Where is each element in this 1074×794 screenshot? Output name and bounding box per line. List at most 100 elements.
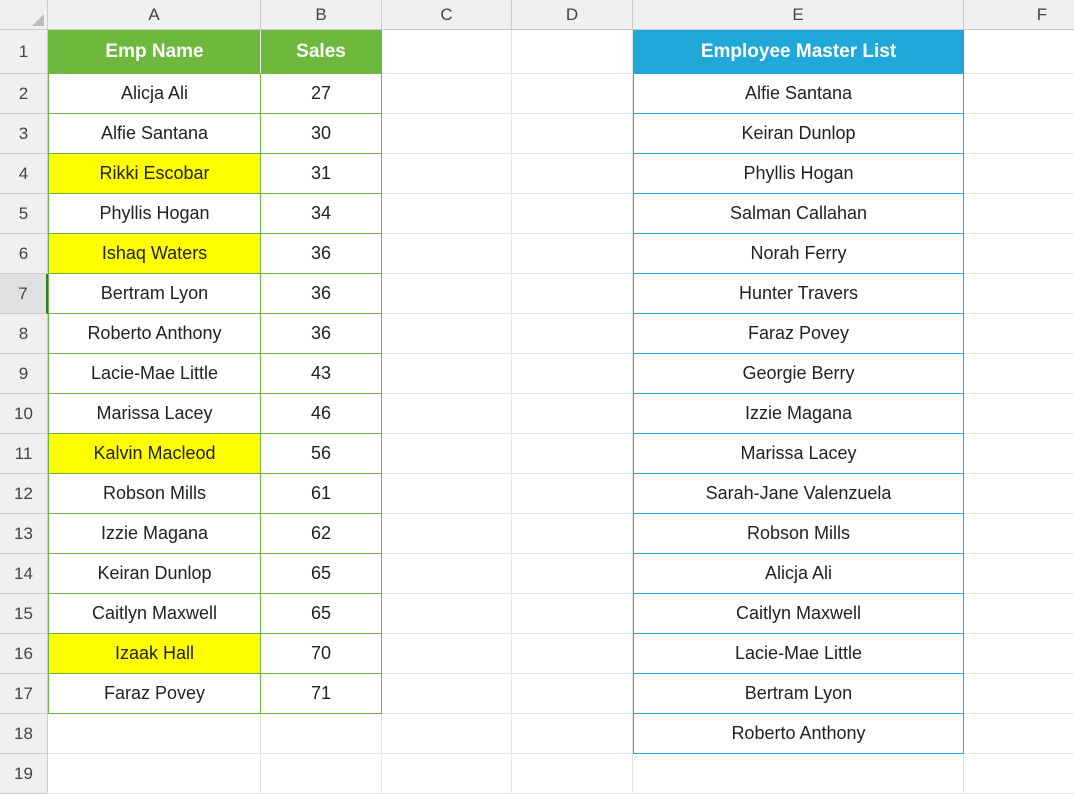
cell-E16[interactable]: Lacie-Mae Little — [633, 634, 964, 674]
row-header-9[interactable]: 9 — [0, 354, 48, 394]
cell-C13[interactable] — [382, 514, 512, 554]
cell-A12[interactable]: Robson Mills — [48, 474, 261, 514]
cell-C8[interactable] — [382, 314, 512, 354]
cell-E8[interactable]: Faraz Povey — [633, 314, 964, 354]
cell-F8[interactable] — [964, 314, 1074, 354]
cell-D9[interactable] — [512, 354, 633, 394]
row-header-11[interactable]: 11 — [0, 434, 48, 474]
cell-E9[interactable]: Georgie Berry — [633, 354, 964, 394]
cell-D14[interactable] — [512, 554, 633, 594]
cell-C15[interactable] — [382, 594, 512, 634]
cell-E12[interactable]: Sarah-Jane Valenzuela — [633, 474, 964, 514]
cell-D12[interactable] — [512, 474, 633, 514]
cell-B18[interactable] — [261, 714, 382, 754]
cell-F13[interactable] — [964, 514, 1074, 554]
cell-D15[interactable] — [512, 594, 633, 634]
cell-F10[interactable] — [964, 394, 1074, 434]
cell-C7[interactable] — [382, 274, 512, 314]
cell-A18[interactable] — [48, 714, 261, 754]
cell-F3[interactable] — [964, 114, 1074, 154]
cell-F5[interactable] — [964, 194, 1074, 234]
cell-C18[interactable] — [382, 714, 512, 754]
cell-D13[interactable] — [512, 514, 633, 554]
row-header-16[interactable]: 16 — [0, 634, 48, 674]
cell-E15[interactable]: Caitlyn Maxwell — [633, 594, 964, 634]
cell-E4[interactable]: Phyllis Hogan — [633, 154, 964, 194]
cell-C17[interactable] — [382, 674, 512, 714]
cell-B9[interactable]: 43 — [261, 354, 382, 394]
cell-A4[interactable]: Rikki Escobar — [48, 154, 261, 194]
cell-E6[interactable]: Norah Ferry — [633, 234, 964, 274]
cell-B19[interactable] — [261, 754, 382, 794]
col-header-E[interactable]: E — [633, 0, 964, 30]
cell-A3[interactable]: Alfie Santana — [48, 114, 261, 154]
cell-B6[interactable]: 36 — [261, 234, 382, 274]
cell-B13[interactable]: 62 — [261, 514, 382, 554]
cell-A6[interactable]: Ishaq Waters — [48, 234, 261, 274]
cell-D5[interactable] — [512, 194, 633, 234]
row-header-5[interactable]: 5 — [0, 194, 48, 234]
col-header-D[interactable]: D — [512, 0, 633, 30]
cell-A14[interactable]: Keiran Dunlop — [48, 554, 261, 594]
cell-F11[interactable] — [964, 434, 1074, 474]
cell-A2[interactable]: Alicja Ali — [48, 74, 261, 114]
cell-A10[interactable]: Marissa Lacey — [48, 394, 261, 434]
col-header-F[interactable]: F — [964, 0, 1074, 30]
cell-A1[interactable]: Emp Name — [48, 30, 261, 74]
cell-B17[interactable]: 71 — [261, 674, 382, 714]
cell-A16[interactable]: Izaak Hall — [48, 634, 261, 674]
cell-D3[interactable] — [512, 114, 633, 154]
cell-C6[interactable] — [382, 234, 512, 274]
row-header-1[interactable]: 1 — [0, 30, 48, 74]
cell-D7[interactable] — [512, 274, 633, 314]
cell-C10[interactable] — [382, 394, 512, 434]
cell-A13[interactable]: Izzie Magana — [48, 514, 261, 554]
cell-B12[interactable]: 61 — [261, 474, 382, 514]
cell-F14[interactable] — [964, 554, 1074, 594]
cell-E14[interactable]: Alicja Ali — [633, 554, 964, 594]
cell-F1[interactable] — [964, 30, 1074, 74]
cell-B5[interactable]: 34 — [261, 194, 382, 234]
cell-D11[interactable] — [512, 434, 633, 474]
cell-C14[interactable] — [382, 554, 512, 594]
cell-B11[interactable]: 56 — [261, 434, 382, 474]
cell-D2[interactable] — [512, 74, 633, 114]
cell-B3[interactable]: 30 — [261, 114, 382, 154]
row-header-8[interactable]: 8 — [0, 314, 48, 354]
cell-D19[interactable] — [512, 754, 633, 794]
cell-C16[interactable] — [382, 634, 512, 674]
select-all-corner[interactable] — [0, 0, 48, 30]
row-header-19[interactable]: 19 — [0, 754, 48, 794]
row-header-17[interactable]: 17 — [0, 674, 48, 714]
cell-F9[interactable] — [964, 354, 1074, 394]
cell-F2[interactable] — [964, 74, 1074, 114]
cell-E11[interactable]: Marissa Lacey — [633, 434, 964, 474]
cell-F19[interactable] — [964, 754, 1074, 794]
cell-F17[interactable] — [964, 674, 1074, 714]
cell-D6[interactable] — [512, 234, 633, 274]
cell-E18[interactable]: Roberto Anthony — [633, 714, 964, 754]
cell-A17[interactable]: Faraz Povey — [48, 674, 261, 714]
cell-A11[interactable]: Kalvin Macleod — [48, 434, 261, 474]
cell-B7[interactable]: 36 — [261, 274, 382, 314]
cell-A19[interactable] — [48, 754, 261, 794]
row-header-7[interactable]: 7 — [0, 274, 48, 314]
cell-E17[interactable]: Bertram Lyon — [633, 674, 964, 714]
cell-A5[interactable]: Phyllis Hogan — [48, 194, 261, 234]
cell-E7[interactable]: Hunter Travers — [633, 274, 964, 314]
cell-E13[interactable]: Robson Mills — [633, 514, 964, 554]
cell-C2[interactable] — [382, 74, 512, 114]
cell-D17[interactable] — [512, 674, 633, 714]
cell-E19[interactable] — [633, 754, 964, 794]
cell-C12[interactable] — [382, 474, 512, 514]
cell-D18[interactable] — [512, 714, 633, 754]
row-header-3[interactable]: 3 — [0, 114, 48, 154]
cell-A9[interactable]: Lacie-Mae Little — [48, 354, 261, 394]
row-header-4[interactable]: 4 — [0, 154, 48, 194]
cell-B14[interactable]: 65 — [261, 554, 382, 594]
row-header-12[interactable]: 12 — [0, 474, 48, 514]
cell-F12[interactable] — [964, 474, 1074, 514]
cell-C5[interactable] — [382, 194, 512, 234]
row-header-15[interactable]: 15 — [0, 594, 48, 634]
col-header-C[interactable]: C — [382, 0, 512, 30]
